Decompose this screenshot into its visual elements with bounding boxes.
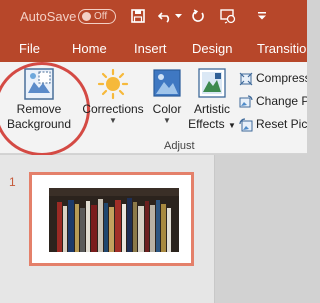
tab-transitions[interactable]: Transition xyxy=(257,41,307,56)
tab-file[interactable]: File xyxy=(19,41,40,56)
ribbon-tabs: File Home Insert Design Transition xyxy=(0,34,307,62)
redo-icon[interactable] xyxy=(188,6,208,26)
compress-label: Compress xyxy=(256,71,307,85)
change-picture-label: Change P xyxy=(256,94,307,108)
tab-home[interactable]: Home xyxy=(72,41,107,56)
toggle-knob xyxy=(82,12,91,21)
compress-icon xyxy=(239,72,253,86)
customize-qat-icon[interactable] xyxy=(252,6,272,26)
tab-insert[interactable]: Insert xyxy=(134,41,167,56)
artistic-effects-icon xyxy=(187,68,237,102)
undo-dropdown-icon[interactable] xyxy=(173,6,183,26)
autosave-toggle[interactable]: Off xyxy=(78,9,116,24)
title-bar: AutoSave Off xyxy=(0,0,307,34)
chevron-down-icon: ▼ xyxy=(163,116,171,125)
highlight-annotation xyxy=(0,62,90,156)
reset-picture-icon xyxy=(239,118,253,132)
slide-editing-area[interactable] xyxy=(215,155,307,303)
ribbon-picture-format: Remove Background Corrections ▼ Color ▼ … xyxy=(0,62,307,156)
save-icon[interactable] xyxy=(128,6,148,26)
slide-thumbnail-1[interactable] xyxy=(29,172,194,266)
slide-number: 1 xyxy=(9,175,16,189)
color-button[interactable]: Color ▼ xyxy=(148,68,186,125)
tab-design[interactable]: Design xyxy=(192,41,232,56)
powerpoint-window: AutoSave Off File Home Insert Design Tra… xyxy=(0,0,307,303)
corrections-label: Corrections xyxy=(82,102,144,116)
autosave-state: Off xyxy=(94,11,108,22)
chevron-down-icon: ▼ xyxy=(109,116,117,125)
picture-color-icon xyxy=(148,68,186,102)
reset-picture-button[interactable]: Reset Pict xyxy=(239,117,307,132)
chevron-down-icon: ▼ xyxy=(227,121,236,130)
sun-icon xyxy=(80,68,146,102)
slide-thumbnails-pane: 1 xyxy=(0,155,214,303)
adjust-group-label: Adjust xyxy=(164,140,195,152)
change-picture-button[interactable]: Change P xyxy=(239,94,307,109)
artistic-effects-label-2: Effects xyxy=(188,117,225,131)
slideshow-icon[interactable] xyxy=(218,6,238,26)
artistic-effects-button[interactable]: Artistic Effects ▼ xyxy=(187,68,237,133)
compress-pictures-button[interactable]: Compress xyxy=(239,71,307,86)
autosave-label: AutoSave xyxy=(20,9,77,24)
corrections-button[interactable]: Corrections ▼ xyxy=(80,68,146,125)
artistic-effects-label-1: Artistic xyxy=(194,102,230,116)
reset-picture-label: Reset Pict xyxy=(256,117,307,131)
change-picture-icon xyxy=(239,95,253,108)
bookshelf-picture xyxy=(49,188,179,252)
color-label: Color xyxy=(152,102,182,116)
